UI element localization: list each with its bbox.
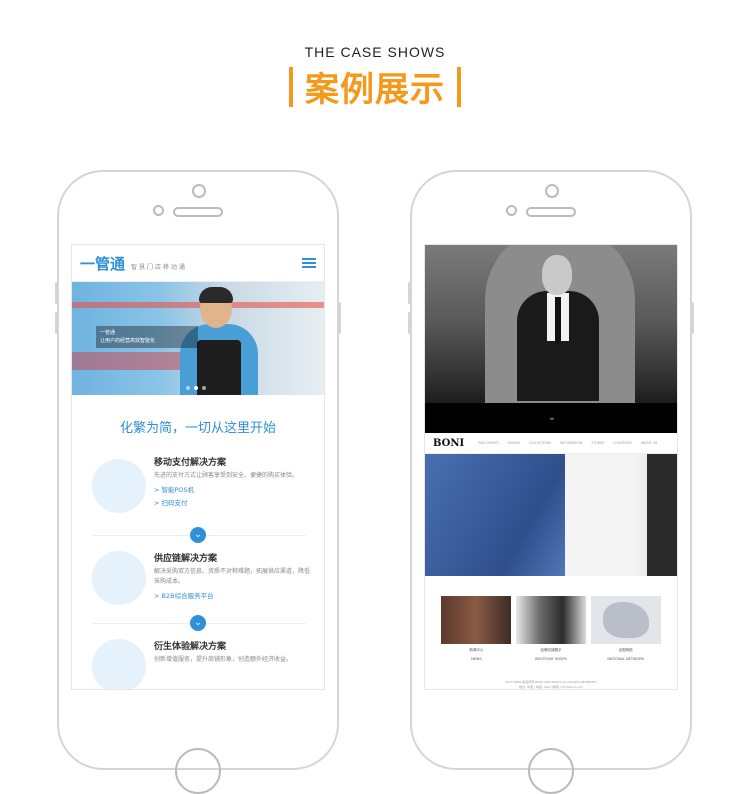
network-thumb[interactable]: 全国网络 NATIONAL NETWORK (590, 596, 661, 662)
phone-side-button (55, 312, 58, 334)
expand-chevron-icon[interactable]: ⌄ (190, 527, 206, 543)
service-desc: 解决采购双方信息、资质不对称难题，拓展供应渠道，降低采购成本。 (154, 568, 311, 585)
nav-items: PHILOSOPHY DESIGN COLLECTIONS INFORMATIO… (478, 441, 657, 445)
phone-speaker (526, 207, 576, 217)
hero-person-hair (199, 287, 233, 303)
service-title: 移动支付解决方案 (154, 458, 227, 468)
phone-mockup-right: ⌄ BONI PHILOSOPHY DESIGN COLLECTIONS INF… (408, 170, 694, 794)
china-map-icon (602, 602, 649, 638)
section-subtitle: THE CASE SHOWS (304, 44, 446, 60)
thumb-caption: 全国网络 (618, 648, 633, 652)
site-header: 一管通 智慧门店移动通 (72, 245, 324, 282)
news-image (441, 596, 512, 644)
carousel-dot[interactable] (202, 386, 206, 390)
hero-caption-line: 一管通 (100, 330, 116, 336)
logo-slogan: 智慧门店移动通 (131, 263, 188, 271)
nav-item[interactable]: STORES (591, 441, 604, 445)
nav-item[interactable]: PHILOSOPHY (478, 441, 498, 445)
shops-thumb[interactable]: 品牌店铺展示 BOUTIQUE SHOPS (515, 596, 586, 662)
nav-item[interactable]: ABOUT US (641, 441, 657, 445)
title-bar-left (289, 66, 293, 107)
carousel-dot-active[interactable] (194, 386, 198, 390)
phone-camera (545, 184, 559, 198)
carousel-dots (186, 386, 206, 390)
carousel-dot[interactable] (186, 386, 190, 390)
phone-mockup-left: 一管通 智慧门店移动通 一管通 让用户的经营高效智能化 化繁为简，一切从这里开始 (55, 170, 341, 794)
phone-speaker (173, 207, 223, 217)
checklist-icon (92, 551, 146, 605)
home-button[interactable] (175, 748, 221, 794)
thumb-caption: 品牌店铺展示 (540, 648, 562, 652)
fabric-cuff (647, 454, 677, 576)
phone-side-button (408, 312, 411, 334)
network-map-image (590, 596, 661, 644)
scroll-down-chevron-icon[interactable]: ⌄ (425, 403, 677, 433)
section-title: 案例展示 (0, 62, 750, 111)
thumb-caption-en: BOUTIQUE SHOPS (535, 657, 567, 661)
hero-banner[interactable]: ⌄ (425, 245, 677, 433)
footer-line: 地址: 中国 | 电话: 400 | 邮箱: info@boni.com (519, 685, 583, 689)
nav-item[interactable]: DESIGN (507, 441, 519, 445)
site-nav: BONI PHILOSOPHY DESIGN COLLECTIONS INFOR… (425, 433, 677, 454)
hero-model-face (542, 255, 572, 295)
home-button[interactable] (528, 748, 574, 794)
service-title: 衍生体验解决方案 (154, 642, 227, 652)
nav-item[interactable]: COLLECTIONS (529, 441, 551, 445)
phone-camera (192, 184, 206, 198)
logo-text: 一管通 (80, 254, 126, 273)
news-thumb[interactable]: 新闻中心 NEWS (441, 596, 512, 662)
site-footer: 2015 BONI 版权所有 BONI COPYRIGHT ALL RIGHTS… (425, 680, 677, 689)
title-bar-right (457, 66, 461, 107)
phone-sensor (506, 205, 517, 216)
service-link[interactable]: > 智能POS机 (154, 484, 314, 494)
phone-side-button (408, 282, 411, 304)
shops-image (515, 596, 586, 644)
phone-sensor (153, 205, 164, 216)
hero-bg-shelf (72, 352, 182, 370)
nav-item[interactable]: COUNTRIES (613, 441, 632, 445)
site-logo[interactable]: 一管通 智慧门店移动通 (80, 253, 187, 274)
star-rating-icon (92, 639, 146, 689)
hero-bg-shelf (72, 302, 324, 308)
service-link[interactable]: > B2B综合服务平台 (154, 590, 314, 600)
hero-model-tie (555, 297, 561, 343)
phone-screen: 一管通 智慧门店移动通 一管通 让用户的经营高效智能化 化繁为简，一切从这里开始 (71, 244, 325, 690)
nav-item[interactable]: INFORMATION (560, 441, 582, 445)
thumb-caption-en: NEWS (471, 657, 482, 661)
phone-screen: ⌄ BONI PHILOSOPHY DESIGN COLLECTIONS INF… (424, 244, 678, 690)
payment-card-icon (92, 459, 146, 513)
fabric-panel (565, 454, 635, 576)
hero-banner[interactable]: 一管通 让用户的经营高效智能化 (72, 282, 324, 395)
phone-side-button (338, 302, 341, 334)
phone-side-button (691, 302, 694, 334)
section-title-text: 案例展示 (305, 70, 445, 110)
hero-caption-line: 让用户的经营高效智能化 (100, 338, 156, 344)
feature-thumbs: 新闻中心 NEWS 品牌店铺展示 BOUTIQUE SHOPS 全国网络 NAT… (425, 576, 677, 662)
brand-logo[interactable]: BONI (433, 438, 464, 449)
expand-chevron-icon[interactable]: ⌄ (190, 615, 206, 631)
fabric-banner (425, 454, 677, 576)
page-slogan: 化繁为简，一切从这里开始 (119, 421, 276, 436)
thumb-caption-en: NATIONAL NETWORK (607, 657, 644, 661)
hamburger-menu-icon[interactable] (302, 258, 316, 268)
service-title: 供应链解决方案 (154, 554, 218, 564)
service-desc: 创新增值服务，提升商铺形象，创造额外经济收益。 (154, 656, 293, 663)
service-desc: 先进的支付方式让顾客享受到安全、便捷的购买体验。 (154, 472, 299, 479)
thumb-caption: 新闻中心 (469, 648, 484, 652)
phone-side-button (55, 282, 58, 304)
service-link[interactable]: > 扫码支付 (154, 497, 314, 507)
hero-caption: 一管通 让用户的经营高效智能化 (96, 326, 198, 348)
